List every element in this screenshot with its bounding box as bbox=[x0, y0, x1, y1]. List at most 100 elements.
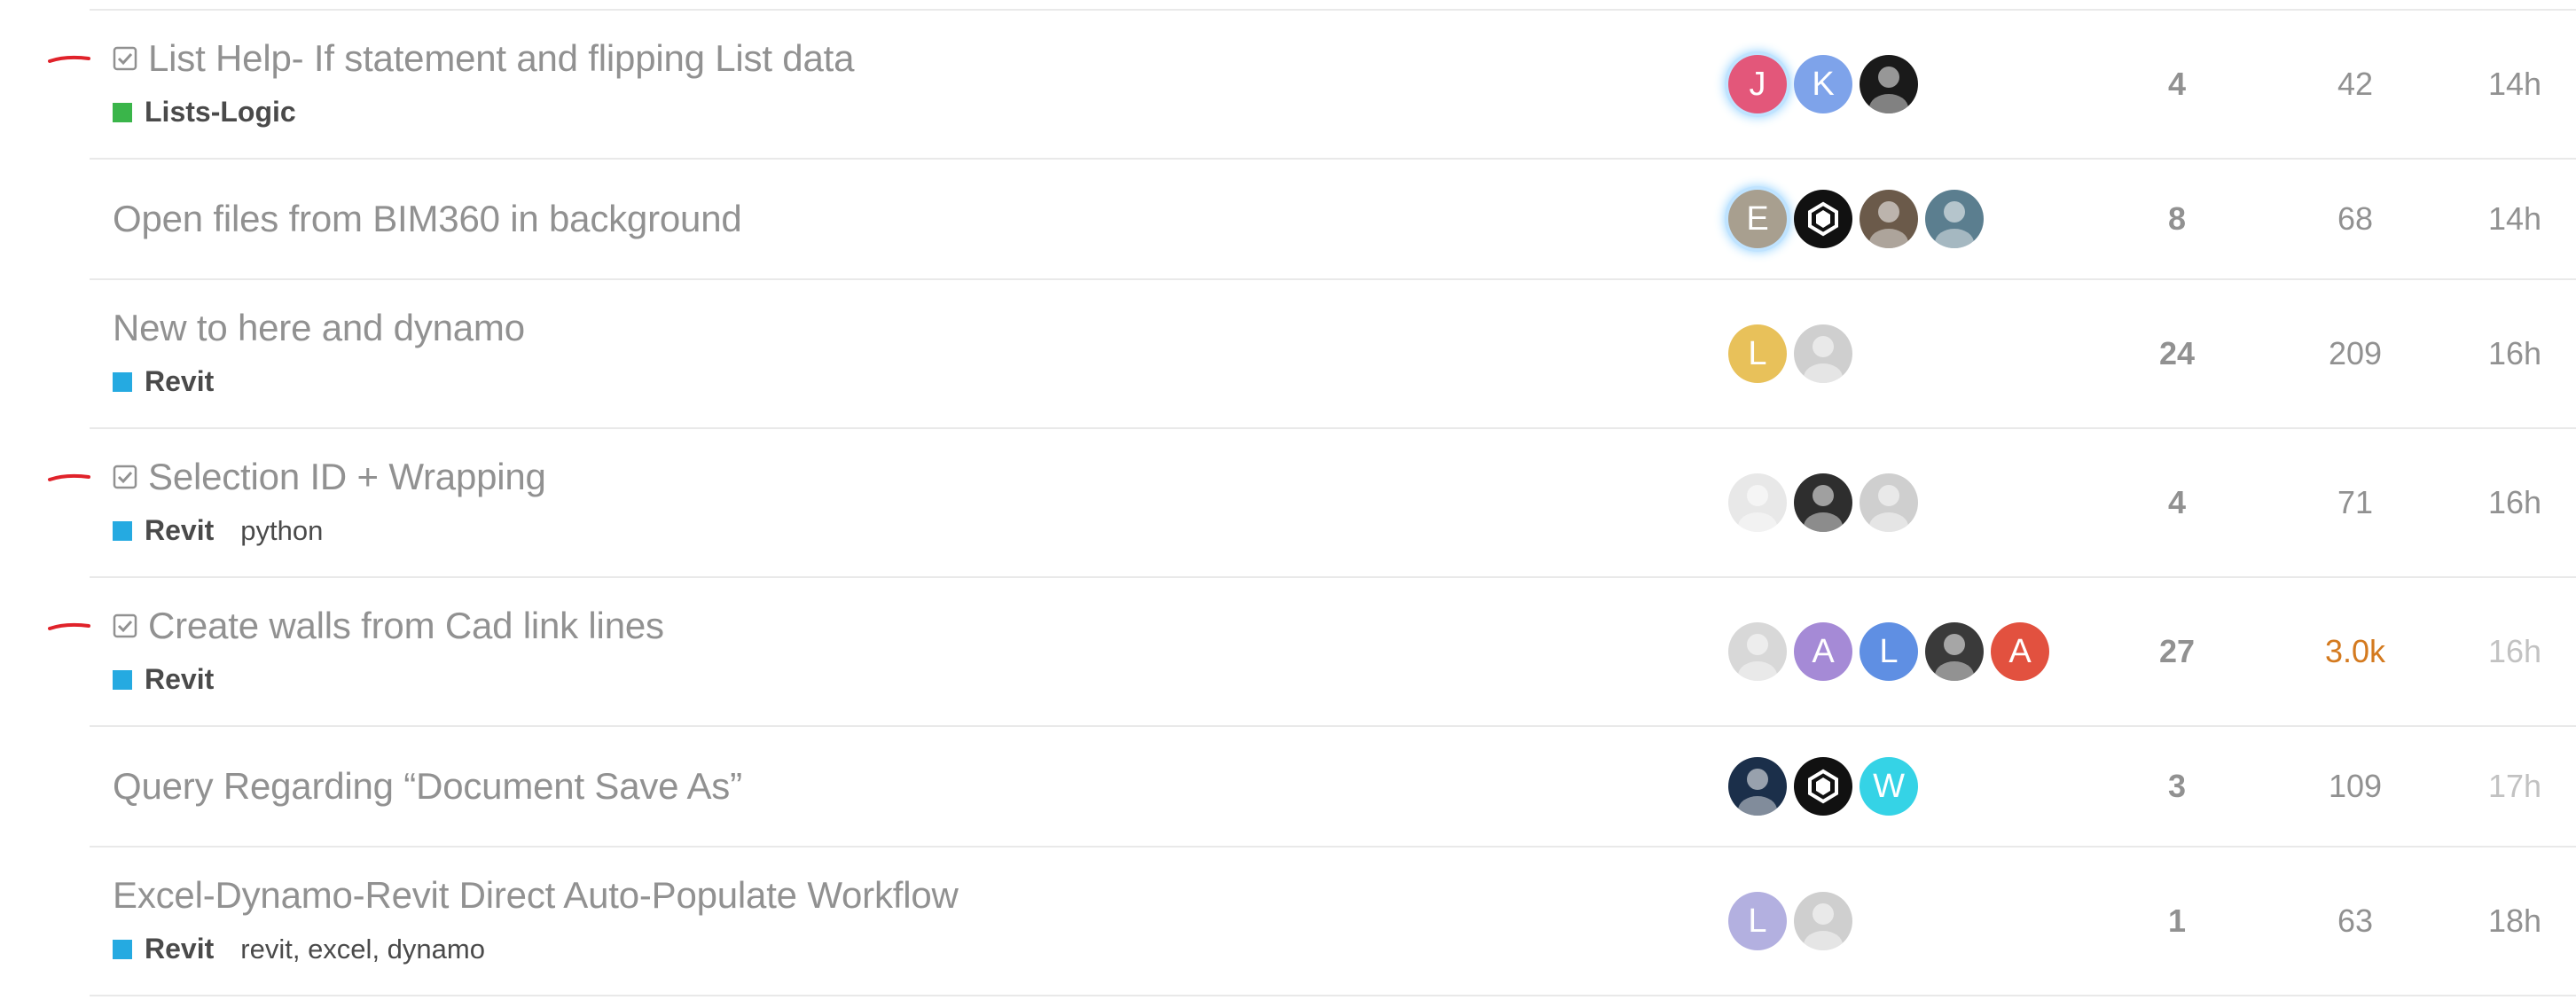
replies-count[interactable]: 4 bbox=[2124, 429, 2230, 576]
poster-avatar[interactable]: L bbox=[1860, 622, 1918, 681]
poster-avatar[interactable]: A bbox=[1794, 622, 1852, 681]
activity-time[interactable]: 16h bbox=[2453, 429, 2576, 576]
topic-title-line[interactable]: List Help- If statement and flipping Lis… bbox=[113, 37, 854, 80]
topic-title[interactable]: Open files from BIM360 in background bbox=[113, 198, 742, 240]
avatar-initial: L bbox=[1879, 632, 1899, 670]
tag-link[interactable]: python bbox=[240, 515, 323, 546]
poster-avatar[interactable]: W bbox=[1860, 757, 1918, 816]
avatar-initial: L bbox=[1748, 334, 1767, 372]
avatar-initial: K bbox=[1812, 65, 1835, 103]
poster-avatar[interactable]: A bbox=[1991, 622, 2049, 681]
topic-title[interactable]: Excel-Dynamo-Revit Direct Auto-Populate … bbox=[113, 874, 959, 917]
poster-avatar[interactable] bbox=[1728, 473, 1787, 532]
topic-meta: Lists-Logic bbox=[113, 96, 296, 129]
topic-title-line[interactable]: Open files from BIM360 in background bbox=[113, 198, 742, 240]
poster-avatar[interactable] bbox=[1860, 473, 1918, 532]
activity-time[interactable]: 16h bbox=[2453, 578, 2576, 725]
poster-avatar[interactable] bbox=[1728, 622, 1787, 681]
replies-count[interactable]: 3 bbox=[2124, 727, 2230, 846]
avatar-initial: A bbox=[2008, 632, 2032, 670]
topic-title-line[interactable]: Query Regarding “Document Save As” bbox=[113, 765, 742, 808]
replies-count[interactable]: 24 bbox=[2124, 280, 2230, 427]
user-photo-icon bbox=[1794, 892, 1852, 950]
poster-avatars bbox=[1728, 429, 1925, 576]
topic-row[interactable]: Selection ID + Wrapping Revit python 4 71 16h bbox=[90, 429, 2576, 578]
category-link[interactable]: Lists-Logic bbox=[145, 96, 296, 129]
poster-avatar[interactable] bbox=[1925, 190, 1984, 248]
tag-link[interactable]: excel bbox=[293, 934, 372, 965]
views-count: 63 bbox=[2337, 902, 2374, 939]
poster-avatar[interactable] bbox=[1728, 757, 1787, 816]
poster-avatar[interactable] bbox=[1925, 622, 1984, 681]
solved-checkbox-icon bbox=[113, 465, 137, 489]
avatar-initial: W bbox=[1873, 767, 1905, 805]
poster-avatar[interactable]: L bbox=[1728, 324, 1787, 383]
solved-checkbox-icon bbox=[113, 46, 137, 71]
topic-row[interactable]: List Help- If statement and flipping Lis… bbox=[90, 11, 2576, 160]
topic-meta: Revit bbox=[113, 663, 214, 696]
replies-count[interactable]: 4 bbox=[2124, 11, 2230, 158]
topic-title[interactable]: Selection ID + Wrapping bbox=[148, 456, 546, 498]
poster-avatar[interactable] bbox=[1794, 190, 1852, 248]
tag-list: revitexceldynamo bbox=[240, 934, 485, 965]
poster-avatar[interactable]: L bbox=[1728, 892, 1787, 950]
poster-avatar[interactable] bbox=[1794, 324, 1852, 383]
poster-avatar[interactable] bbox=[1794, 473, 1852, 532]
activity-time[interactable]: 14h bbox=[2453, 160, 2576, 278]
poster-avatars: L bbox=[1728, 280, 1860, 427]
poster-avatar[interactable] bbox=[1860, 55, 1918, 113]
poster-avatars: L bbox=[1728, 848, 1860, 995]
poster-avatar[interactable] bbox=[1860, 190, 1918, 248]
topic-title[interactable]: New to here and dynamo bbox=[113, 307, 525, 349]
poster-avatar[interactable] bbox=[1794, 757, 1852, 816]
topic-row[interactable]: New to here and dynamo Revit L 24 209 16h bbox=[90, 280, 2576, 429]
category-color-badge bbox=[113, 939, 132, 959]
topic-main: Create walls from Cad link lines Revit bbox=[113, 578, 1709, 725]
category-link[interactable]: Revit bbox=[145, 514, 214, 547]
tag-link[interactable]: revit bbox=[240, 934, 293, 965]
topic-title[interactable]: Query Regarding “Document Save As” bbox=[113, 765, 742, 808]
user-photo-icon bbox=[1728, 473, 1787, 532]
topic-main: Open files from BIM360 in background bbox=[113, 160, 1709, 278]
tag-link[interactable]: dynamo bbox=[372, 934, 485, 965]
topic-title-line[interactable]: Selection ID + Wrapping bbox=[113, 456, 546, 498]
topic-row[interactable]: Create walls from Cad link lines Revit A L A… bbox=[90, 578, 2576, 727]
activity-time[interactable]: 17h bbox=[2453, 727, 2576, 846]
poster-avatars: W bbox=[1728, 727, 1925, 846]
poster-avatar[interactable]: K bbox=[1794, 55, 1852, 113]
poster-avatar[interactable]: J bbox=[1728, 55, 1787, 113]
poster-avatar[interactable] bbox=[1794, 892, 1852, 950]
views-count: 209 bbox=[2328, 335, 2383, 371]
replies-count[interactable]: 8 bbox=[2124, 160, 2230, 278]
activity-time[interactable]: 16h bbox=[2453, 280, 2576, 427]
solved-checkbox-icon bbox=[113, 613, 137, 638]
topic-title-line[interactable]: Excel-Dynamo-Revit Direct Auto-Populate … bbox=[113, 874, 959, 917]
topic-title[interactable]: Create walls from Cad link lines bbox=[148, 605, 664, 647]
hexagon-logo-icon bbox=[1805, 201, 1841, 237]
activity-time[interactable]: 14h bbox=[2453, 11, 2576, 158]
topic-meta: Revit bbox=[113, 365, 214, 398]
category-link[interactable]: Revit bbox=[145, 365, 214, 398]
views-count: 109 bbox=[2328, 768, 2383, 804]
category-link[interactable]: Revit bbox=[145, 663, 214, 696]
avatar-initial: J bbox=[1749, 65, 1766, 103]
topic-row[interactable]: Excel-Dynamo-Revit Direct Auto-Populate … bbox=[90, 848, 2576, 996]
topic-row[interactable]: Open files from BIM360 in background E 8 68… bbox=[90, 160, 2576, 280]
user-photo-icon bbox=[1860, 473, 1918, 532]
replies-count[interactable]: 1 bbox=[2124, 848, 2230, 995]
topic-title[interactable]: List Help- If statement and flipping Lis… bbox=[148, 37, 854, 80]
topic-main: New to here and dynamo Revit bbox=[113, 280, 1709, 427]
replies-count[interactable]: 27 bbox=[2124, 578, 2230, 725]
category-color-badge bbox=[113, 520, 132, 541]
topic-title-line[interactable]: Create walls from Cad link lines bbox=[113, 605, 664, 647]
topic-main: List Help- If statement and flipping Lis… bbox=[113, 11, 1709, 158]
views-count: 42 bbox=[2337, 66, 2374, 102]
topic-title-line[interactable]: New to here and dynamo bbox=[113, 307, 525, 349]
activity-time[interactable]: 18h bbox=[2453, 848, 2576, 995]
avatar-initial: A bbox=[1812, 632, 1835, 670]
poster-avatar[interactable]: E bbox=[1728, 190, 1787, 248]
topic-row[interactable]: Query Regarding “Document Save As” W 3 109 1… bbox=[90, 727, 2576, 848]
category-link[interactable]: Revit bbox=[145, 933, 214, 965]
topic-meta: Revit revitexceldynamo bbox=[113, 933, 485, 965]
user-photo-icon bbox=[1794, 324, 1852, 383]
